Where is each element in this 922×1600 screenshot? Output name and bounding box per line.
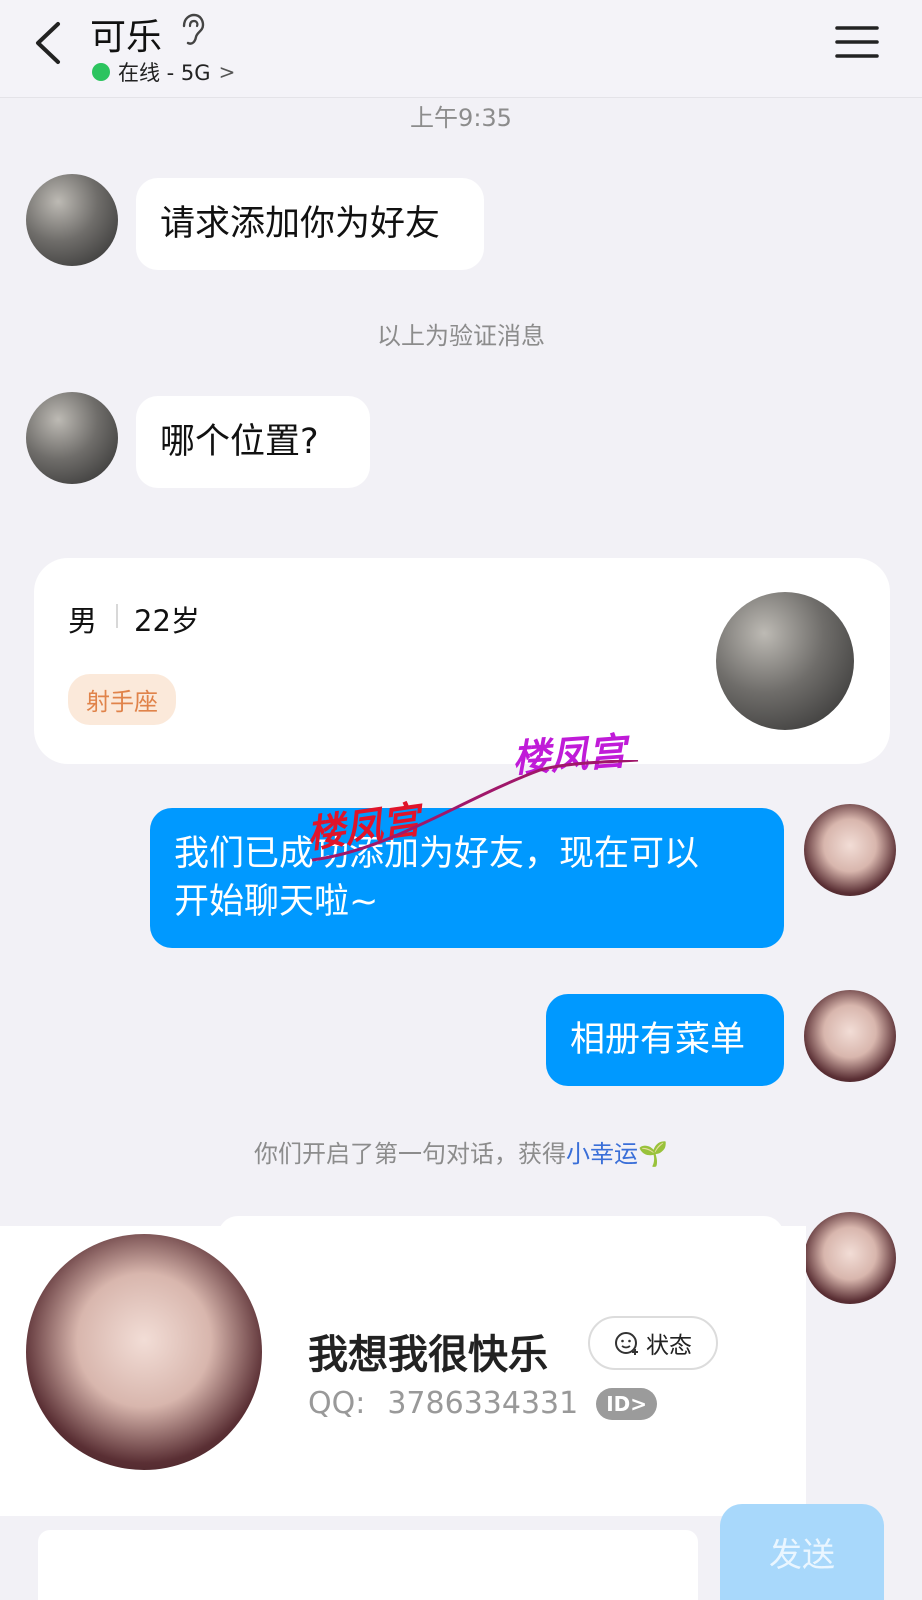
send-button[interactable]: 发送 <box>720 1504 884 1600</box>
chat-header: 可乐 在线 - 5G > <box>0 0 922 98</box>
zodiac-tag: 射手座 <box>68 674 176 725</box>
contact-name[interactable]: 可乐 <box>90 8 162 60</box>
profile-card[interactable]: 男 22岁 射手座 <box>34 558 890 764</box>
sprout-icon: 🌱 <box>638 1140 668 1168</box>
state-label: 状态 <box>646 1333 692 1359</box>
profile-popup[interactable]: 我想我很快乐 状态 QQ: 3786334331 ID> <box>0 1226 806 1516</box>
ear-icon[interactable] <box>178 12 206 48</box>
status-text: 在线 - 5G <box>118 61 211 85</box>
gender-label: 男 <box>68 604 98 638</box>
first-chat-text: 你们开启了第一句对话，获得 <box>254 1140 567 1168</box>
menu-icon[interactable] <box>835 24 879 60</box>
message-bubble-incoming[interactable]: 请求添加你为好友 <box>136 178 484 270</box>
qq-number-line: QQ: 3786334331 ID> <box>308 1386 658 1421</box>
my-avatar[interactable] <box>804 1212 896 1304</box>
message-input[interactable] <box>38 1530 698 1600</box>
first-chat-notice: 你们开启了第一句对话，获得小幸运🌱 <box>0 1134 922 1169</box>
verify-note: 以上为验证消息 <box>377 322 545 350</box>
contact-avatar[interactable] <box>26 392 118 484</box>
chevron-right-icon: > <box>218 60 236 84</box>
age-label: 22岁 <box>134 604 200 638</box>
smile-plus-icon <box>615 1332 638 1355</box>
qq-label: QQ: <box>308 1386 366 1421</box>
popup-avatar[interactable] <box>26 1234 262 1470</box>
watermark-swoosh <box>311 760 639 862</box>
my-avatar[interactable] <box>804 804 896 896</box>
online-status[interactable]: 在线 - 5G > <box>92 57 235 87</box>
id-badge[interactable]: ID> <box>596 1387 658 1420</box>
contact-avatar[interactable] <box>26 174 118 266</box>
message-timestamp: 上午9:35 <box>410 104 512 132</box>
profile-card-avatar[interactable] <box>716 592 854 730</box>
state-button[interactable]: 状态 <box>588 1316 718 1370</box>
message-text-line: 开始聊天啦~ <box>174 882 379 922</box>
lucky-link[interactable]: 小幸运 <box>566 1140 638 1168</box>
my-avatar[interactable] <box>804 990 896 1082</box>
qq-number: 3786334331 <box>387 1386 579 1421</box>
message-text: 请求添加你为好友 <box>160 204 441 244</box>
message-bubble-incoming[interactable]: 哪个位置? <box>136 396 370 488</box>
back-arrow-icon[interactable] <box>30 18 70 68</box>
divider <box>116 604 118 628</box>
message-text: 哪个位置? <box>160 422 319 462</box>
message-text: 相册有菜单 <box>570 1020 746 1060</box>
online-dot-icon <box>92 63 110 81</box>
popup-nickname: 我想我很快乐 <box>308 1332 548 1378</box>
message-bubble-outgoing[interactable]: 相册有菜单 <box>546 994 784 1086</box>
